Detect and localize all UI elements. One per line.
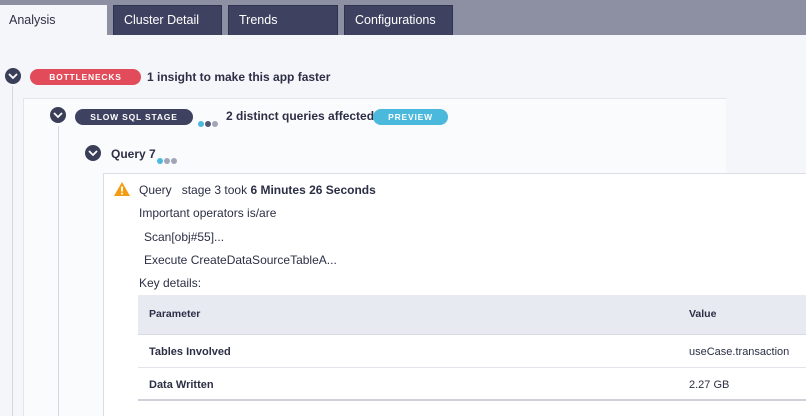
- stage-guide-line: [58, 126, 59, 416]
- query-line-stage: stage 3 took: [181, 183, 248, 197]
- table-header: Parameter Value: [138, 295, 806, 335]
- value-cell: useCase.transaction: [689, 346, 790, 358]
- tab-cluster-detail[interactable]: Cluster Detail: [113, 5, 222, 35]
- query-dots-indicator: [157, 151, 178, 164]
- key-details-label: Key details:: [139, 276, 202, 290]
- operator-item: Execute CreateDataSourceTableA...: [144, 253, 337, 267]
- operators-label: Important operators is/are: [139, 206, 277, 220]
- chevron-down-icon: [53, 112, 63, 119]
- query-line: Query stage 3 took 6 Minutes 26 Seconds: [139, 183, 376, 197]
- parameter-cell: Tables Involved: [149, 346, 231, 358]
- tab-trends[interactable]: Trends: [228, 5, 338, 35]
- table-row: Tables Involved useCase.transaction: [138, 335, 806, 368]
- stage-summary: 2 distinct queries affected: [226, 109, 375, 123]
- stage-dots-indicator: [198, 114, 219, 127]
- query-line-prefix: Query: [139, 183, 172, 197]
- query-duration: 6 Minutes 26 Seconds: [250, 183, 376, 197]
- tab-configurations[interactable]: Configurations: [344, 5, 453, 35]
- tree-guide-line: [12, 86, 13, 416]
- chevron-down-icon: [88, 150, 98, 157]
- table-row: Data Written 2.27 GB: [138, 368, 806, 401]
- tab-analysis[interactable]: Analysis: [0, 5, 107, 35]
- parameter-cell: Data Written: [149, 379, 214, 391]
- collapse-bottlenecks-toggle[interactable]: [5, 68, 21, 84]
- slow-sql-stage-badge: SLOW SQL STAGE: [75, 109, 193, 125]
- preview-badge[interactable]: PREVIEW: [373, 109, 448, 125]
- column-header-parameter: Parameter: [149, 308, 201, 320]
- warning-triangle-icon: [114, 182, 130, 196]
- collapse-stage-toggle[interactable]: [50, 107, 66, 123]
- insight-summary: 1 insight to make this app faster: [147, 70, 331, 84]
- query-title: Query 7: [111, 147, 156, 161]
- collapse-query-toggle[interactable]: [85, 145, 101, 161]
- tab-bar: Analysis Cluster Detail Trends Configura…: [0, 0, 806, 35]
- key-details-table: Parameter Value Tables Involved useCase.…: [138, 295, 806, 401]
- value-cell: 2.27 GB: [689, 379, 730, 391]
- column-header-value: Value: [689, 308, 717, 320]
- operator-item: Scan[obj#55]...: [144, 230, 225, 244]
- chevron-down-icon: [8, 73, 18, 80]
- bottlenecks-badge: BOTTLENECKS: [30, 69, 141, 85]
